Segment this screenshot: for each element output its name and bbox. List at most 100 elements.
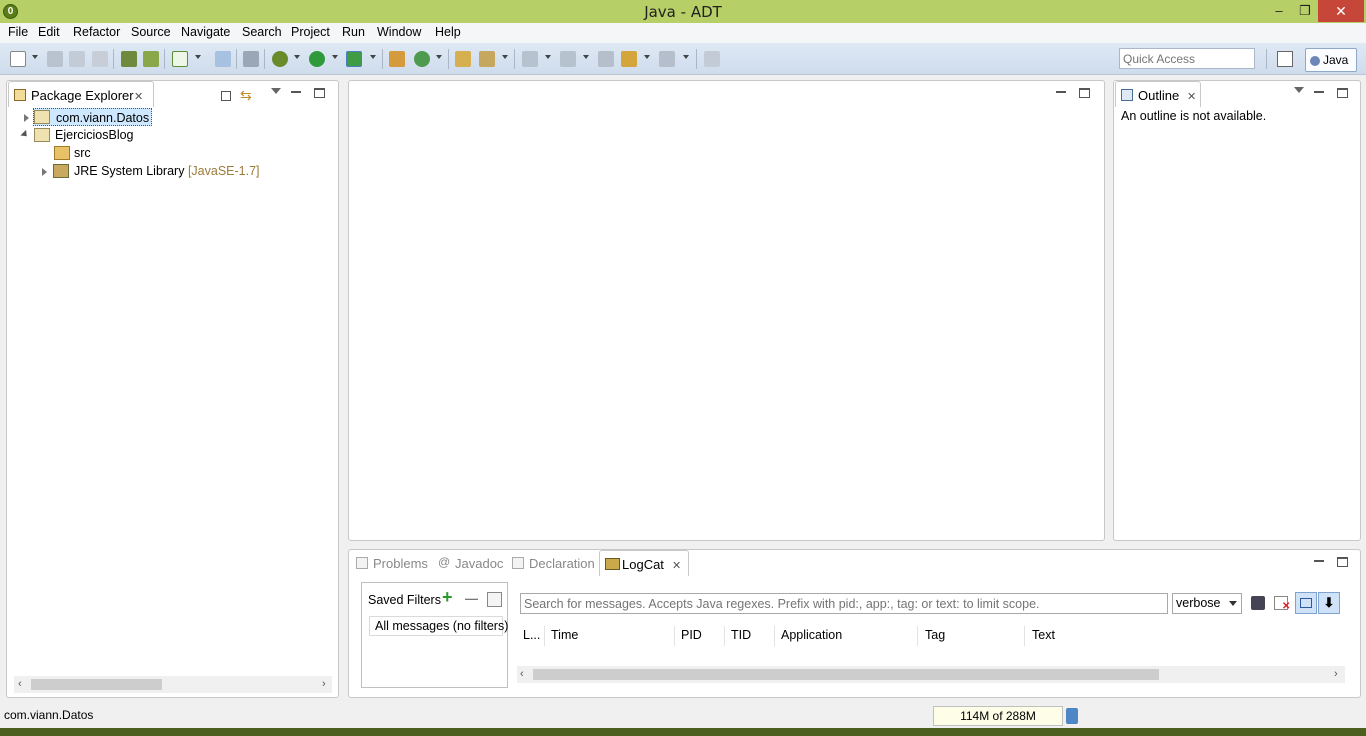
tab-javadoc[interactable]: @ Javadoc	[433, 550, 509, 576]
run-icon[interactable]	[309, 51, 325, 67]
tab-logcat[interactable]: LogCat ✕	[599, 550, 689, 576]
minimize-view-icon[interactable]	[291, 91, 301, 94]
pin-editor-icon[interactable]	[704, 51, 720, 67]
android-sdk-icon[interactable]	[143, 51, 159, 67]
scrollbar-thumb[interactable]	[533, 669, 1159, 680]
menu-search[interactable]: Search	[242, 25, 282, 39]
scroll-right-icon[interactable]: ›	[322, 676, 326, 693]
column-level[interactable]: L...	[523, 628, 540, 642]
print-icon[interactable]	[92, 51, 108, 67]
tab-package-explorer[interactable]: Package Explorer ✕	[8, 81, 154, 107]
tree-item-jre-system-library[interactable]: JRE System Library [JavaSE-1.7]	[74, 162, 260, 180]
column-time[interactable]: Time	[551, 628, 578, 642]
forward-dropdown-icon[interactable]	[683, 55, 689, 59]
back-icon[interactable]	[621, 51, 637, 67]
new-dropdown-icon[interactable]	[32, 55, 38, 59]
logcat-search-input[interactable]	[520, 593, 1168, 614]
column-text[interactable]: Text	[1032, 628, 1055, 642]
clear-log-icon[interactable]: ✕	[1274, 596, 1290, 612]
maximize-view-icon[interactable]	[1337, 88, 1348, 98]
remove-filter-icon[interactable]: —	[465, 591, 478, 606]
search-icon[interactable]	[479, 51, 495, 67]
logcat-horizontal-scrollbar[interactable]: ‹ ›	[517, 666, 1345, 683]
new-java-package-icon[interactable]	[389, 51, 405, 67]
back-dropdown-icon[interactable]	[644, 55, 650, 59]
tab-outline[interactable]: Outline ✕	[1115, 81, 1201, 107]
previous-annotation-dropdown-icon[interactable]	[583, 55, 589, 59]
column-application[interactable]: Application	[781, 628, 842, 642]
heap-status[interactable]: 114M of 288M	[933, 706, 1063, 726]
horizontal-scrollbar[interactable]: ‹ ›	[14, 676, 332, 693]
menu-refactor[interactable]: Refactor	[73, 25, 120, 39]
minimize-editor-icon[interactable]	[1056, 91, 1066, 94]
debug-dropdown-icon[interactable]	[294, 55, 300, 59]
quick-access-input[interactable]	[1119, 48, 1255, 69]
restore-button[interactable]: ❐	[1292, 0, 1318, 22]
tab-problems[interactable]: Problems	[351, 550, 434, 576]
menu-source[interactable]: Source	[131, 25, 171, 39]
editor-area[interactable]	[348, 80, 1105, 541]
add-filter-icon[interactable]: +	[442, 587, 453, 608]
forward-icon[interactable]	[659, 51, 675, 67]
save-icon[interactable]	[47, 51, 63, 67]
maximize-view-icon[interactable]	[314, 88, 325, 98]
log-level-select[interactable]: verbose	[1172, 593, 1242, 614]
expand-arrow-icon[interactable]	[24, 114, 29, 122]
menu-project[interactable]: Project	[291, 25, 330, 39]
collapse-all-icon[interactable]	[221, 91, 231, 101]
save-log-icon[interactable]	[1251, 596, 1265, 610]
scroll-left-icon[interactable]: ‹	[18, 676, 22, 693]
new-class-dropdown-icon[interactable]	[436, 55, 442, 59]
close-tab-icon[interactable]: ✕	[672, 559, 681, 572]
skip-breakpoints-icon[interactable]	[243, 51, 259, 67]
menu-window[interactable]: Window	[377, 25, 421, 39]
open-type-icon[interactable]	[455, 51, 471, 67]
run-dropdown-icon[interactable]	[332, 55, 338, 59]
next-annotation-icon[interactable]	[522, 51, 538, 67]
view-menu-icon[interactable]	[271, 88, 281, 94]
minimize-button[interactable]: –	[1266, 0, 1292, 22]
toggle-filters-pane-button[interactable]	[1295, 592, 1317, 614]
tab-declaration[interactable]: Declaration	[507, 550, 601, 576]
link-with-editor-icon[interactable]: ⇆	[240, 87, 252, 104]
tree-item-src[interactable]: src	[74, 144, 91, 162]
maximize-editor-icon[interactable]	[1079, 88, 1090, 98]
open-perspective-icon[interactable]	[1277, 51, 1293, 67]
expand-arrow-icon[interactable]	[42, 168, 47, 176]
perspective-java-button[interactable]: Java	[1305, 48, 1357, 72]
minimize-view-icon[interactable]	[1314, 560, 1324, 563]
new-icon[interactable]	[10, 51, 26, 67]
previous-annotation-icon[interactable]	[560, 51, 576, 67]
next-annotation-dropdown-icon[interactable]	[545, 55, 551, 59]
edit-filter-icon[interactable]	[487, 592, 502, 607]
checkbox-task-icon[interactable]	[172, 51, 188, 67]
garbage-collect-icon[interactable]	[1066, 708, 1078, 724]
scroll-left-icon[interactable]: ‹	[520, 666, 524, 683]
column-tag[interactable]: Tag	[925, 628, 945, 642]
collapse-arrow-icon[interactable]	[20, 129, 30, 140]
menu-navigate[interactable]: Navigate	[181, 25, 230, 39]
menu-file[interactable]: File	[8, 25, 28, 39]
minimize-view-icon[interactable]	[1314, 91, 1324, 94]
view-menu-icon[interactable]	[1294, 87, 1304, 93]
external-tools-icon[interactable]	[346, 51, 362, 67]
task-dropdown-icon[interactable]	[195, 55, 201, 59]
new-java-class-icon[interactable]	[414, 51, 430, 67]
close-tab-icon[interactable]: ✕	[1187, 90, 1196, 103]
save-all-icon[interactable]	[69, 51, 85, 67]
close-button[interactable]: ✕	[1318, 0, 1364, 22]
search-dropdown-icon[interactable]	[502, 55, 508, 59]
external-tools-dropdown-icon[interactable]	[370, 55, 376, 59]
menu-edit[interactable]: Edit	[38, 25, 60, 39]
last-edit-location-icon[interactable]	[598, 51, 614, 67]
scroll-lock-button[interactable]: ⬇	[1318, 592, 1340, 614]
menu-run[interactable]: Run	[342, 25, 365, 39]
column-pid[interactable]: PID	[681, 628, 702, 642]
lint-icon[interactable]	[215, 51, 231, 67]
maximize-view-icon[interactable]	[1337, 557, 1348, 567]
menu-help[interactable]: Help	[435, 25, 461, 39]
scroll-right-icon[interactable]: ›	[1334, 666, 1338, 683]
debug-icon[interactable]	[272, 51, 288, 67]
tree-item-com-viann-datos[interactable]: com.viann.Datos	[33, 108, 153, 126]
filter-all-messages[interactable]: All messages (no filters)	[369, 616, 508, 636]
